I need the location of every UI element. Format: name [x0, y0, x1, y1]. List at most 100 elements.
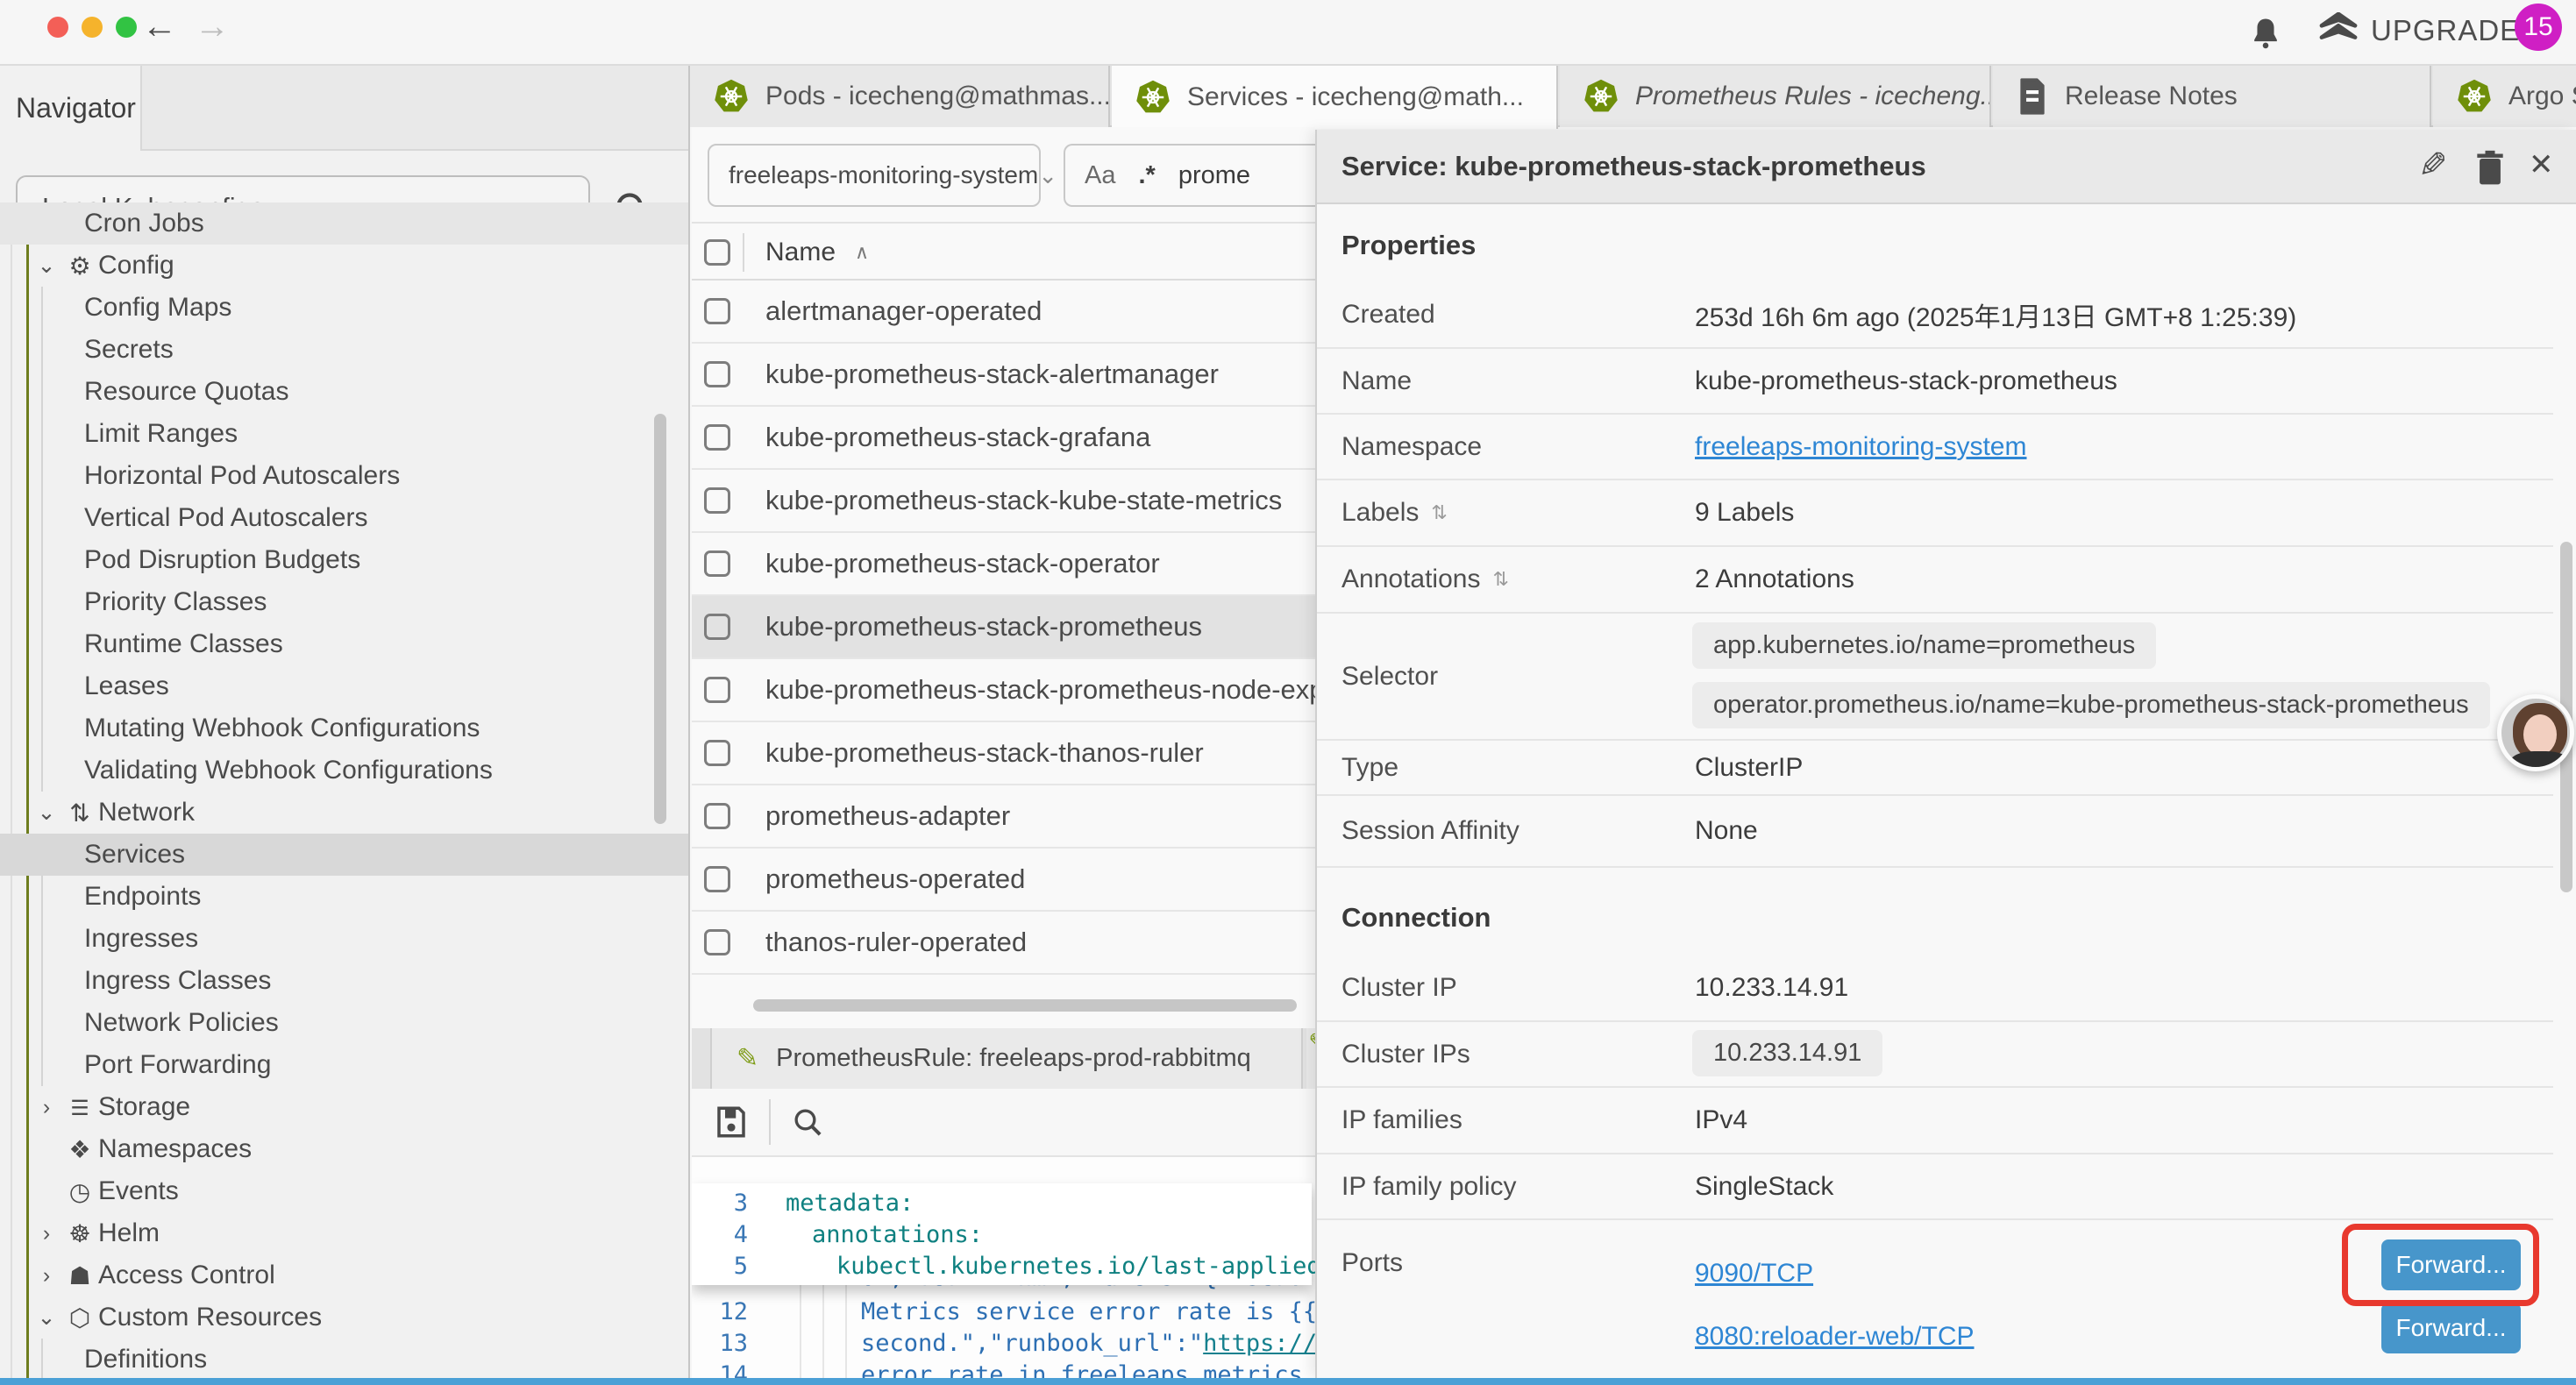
sidebar-item[interactable]: › Storage: [0, 1086, 690, 1128]
tab-pods[interactable]: Pods - icecheng@mathmas...: [690, 66, 1110, 127]
row-checkbox[interactable]: [704, 424, 730, 451]
expand-labels-icon[interactable]: ⇅: [1431, 501, 1447, 524]
port-link[interactable]: 8080:reloader-web/TCP: [1695, 1322, 1975, 1352]
row-checkbox[interactable]: [704, 929, 730, 955]
chevron-icon[interactable]: ›: [32, 1095, 61, 1120]
upgrade-button[interactable]: UPGRADE: [2318, 12, 2520, 49]
row-checkbox[interactable]: [704, 298, 730, 324]
table-row[interactable]: kube-prometheus-stack-prometheus: [692, 596, 1315, 659]
forward-button[interactable]: →: [191, 7, 233, 46]
port-link[interactable]: 9090/TCP: [1695, 1259, 1813, 1289]
sidebar-item[interactable]: › Helm: [0, 1212, 690, 1254]
forward-port-button[interactable]: Forward...: [2381, 1303, 2521, 1353]
sidebar-item[interactable]: Mutating Webhook Configurations: [0, 707, 690, 749]
sidebar-item[interactable]: Namespaces: [0, 1128, 690, 1170]
sidebar-item[interactable]: ⌄ Network: [0, 792, 690, 834]
sidebar-item[interactable]: Horizontal Pod Autoscalers: [0, 455, 690, 497]
runbook-url-link[interactable]: https://net: [1203, 1330, 1315, 1357]
close-window-button[interactable]: [47, 17, 68, 38]
tab-prometheus-rules[interactable]: Prometheus Rules - icecheng...: [1560, 66, 1991, 127]
tab-argo[interactable]: Argo Se: [2433, 66, 2576, 127]
row-checkbox[interactable]: [704, 803, 730, 829]
yaml-editor[interactable]: 0",'for': 'nm', labels :{ 'service' : 12…: [692, 1157, 1315, 1380]
sidebar-item[interactable]: Limit Ranges: [0, 413, 690, 455]
table-row[interactable]: kube-prometheus-stack-thanos-ruler: [692, 722, 1315, 785]
sidebar-item[interactable]: Definitions: [0, 1339, 690, 1381]
row-checkbox[interactable]: [704, 550, 730, 577]
close-drawer-icon[interactable]: ✕: [2529, 147, 2554, 182]
sidebar-item[interactable]: Services: [0, 834, 690, 876]
sidebar-item[interactable]: Secrets: [0, 329, 690, 371]
sidebar-item[interactable]: Endpoints: [0, 876, 690, 918]
table-row[interactable]: kube-prometheus-stack-prometheus-node-ex…: [692, 659, 1315, 722]
sidebar-item[interactable]: Port Forwarding: [0, 1044, 690, 1086]
minimize-window-button[interactable]: [82, 17, 103, 38]
editor-tab-partial[interactable]: ✎: [1306, 1028, 1315, 1089]
edit-icon[interactable]: ✎: [2418, 146, 2448, 186]
filter-input[interactable]: Aa .* prome: [1064, 144, 1327, 207]
notifications-bell-icon[interactable]: [2246, 14, 2285, 53]
row-checkbox[interactable]: [704, 740, 730, 766]
sidebar-item[interactable]: Resource Quotas: [0, 371, 690, 413]
regex-toggle[interactable]: .*: [1138, 161, 1155, 190]
sidebar-item[interactable]: Ingresses: [0, 918, 690, 960]
row-checkbox[interactable]: [704, 487, 730, 514]
navigator-panel-tab[interactable]: Navigator: [0, 66, 142, 151]
editor-tab-prometheusrule[interactable]: ✎ PrometheusRule: freeleaps-prod-rabbitm…: [710, 1028, 1303, 1089]
expand-annotations-icon[interactable]: ⇅: [1492, 568, 1508, 591]
sidebar-item[interactable]: ⌄ Config: [0, 245, 690, 287]
namespace-dropdown[interactable]: freeleaps-monitoring-system ⌄: [708, 144, 1041, 207]
sidebar-item[interactable]: Validating Webhook Configurations: [0, 749, 690, 792]
chevron-icon[interactable]: ⌄: [32, 1304, 61, 1331]
row-checkbox[interactable]: [704, 866, 730, 892]
chevron-icon[interactable]: ⌄: [32, 799, 61, 826]
back-button[interactable]: ←: [139, 7, 181, 46]
editor-search-icon[interactable]: [790, 1104, 825, 1140]
sidebar-item[interactable]: Pod Disruption Budgets: [0, 539, 690, 581]
sidebar-item[interactable]: Cron Jobs: [0, 202, 690, 245]
select-all-checkbox[interactable]: [704, 239, 730, 266]
table-row[interactable]: thanos-ruler-operated: [692, 912, 1315, 975]
sidebar-item[interactable]: Priority Classes: [0, 581, 690, 623]
table-row[interactable]: kube-prometheus-stack-grafana: [692, 407, 1315, 470]
sidebar-item[interactable]: Network Policies: [0, 1002, 690, 1044]
filter-query-text[interactable]: prome: [1178, 161, 1250, 190]
chevron-icon[interactable]: ›: [32, 1221, 61, 1246]
match-case-toggle[interactable]: Aa: [1085, 161, 1115, 190]
sidebar-item[interactable]: › Access Control: [0, 1254, 690, 1296]
sidebar-item[interactable]: Leases: [0, 665, 690, 707]
sidebar-item[interactable]: Vertical Pod Autoscalers: [0, 497, 690, 539]
sidebar-item[interactable]: Events: [0, 1170, 690, 1212]
delete-trash-icon[interactable]: [2473, 149, 2508, 188]
sidebar-item[interactable]: Config Maps: [0, 287, 690, 329]
table-row[interactable]: kube-prometheus-stack-kube-state-metrics: [692, 470, 1315, 533]
tab-services[interactable]: Services - icecheng@math... ✕: [1112, 66, 1558, 129]
service-name: alertmanager-operated: [765, 295, 1042, 327]
sidebar-item[interactable]: Ingress Classes: [0, 960, 690, 1002]
row-checkbox[interactable]: [704, 614, 730, 640]
navigator-scrollbar[interactable]: [654, 414, 666, 824]
notification-count-badge[interactable]: 15: [2515, 4, 2562, 51]
table-row[interactable]: kube-prometheus-stack-alertmanager: [692, 344, 1315, 407]
maximize-window-button[interactable]: [116, 17, 137, 38]
row-checkbox[interactable]: [704, 677, 730, 703]
namespace-link[interactable]: freeleaps-monitoring-system: [1695, 432, 2026, 462]
tab-release-notes[interactable]: Release Notes: [1993, 66, 2431, 127]
service-name: kube-prometheus-stack-grafana: [765, 422, 1150, 453]
row-checkbox[interactable]: [704, 361, 730, 387]
avatar[interactable]: [2497, 694, 2574, 771]
name-column-header[interactable]: Name: [765, 238, 836, 267]
sort-ascending-icon[interactable]: ∧: [855, 241, 869, 264]
chevron-icon[interactable]: ⌄: [32, 252, 61, 279]
table-row[interactable]: prometheus-adapter: [692, 785, 1315, 849]
table-row[interactable]: kube-prometheus-stack-operator: [692, 533, 1315, 596]
close-tab-icon[interactable]: ✕: [1557, 83, 1558, 112]
sidebar-item[interactable]: ⌄ Custom Resources: [0, 1296, 690, 1339]
tab-label: Pods - icecheng@mathmas...: [765, 82, 1110, 111]
table-row[interactable]: alertmanager-operated: [692, 281, 1315, 344]
sidebar-item[interactable]: Runtime Classes: [0, 623, 690, 665]
chevron-icon[interactable]: ›: [32, 1263, 61, 1289]
table-row[interactable]: prometheus-operated: [692, 849, 1315, 912]
save-icon[interactable]: [713, 1104, 750, 1140]
horizontal-scrollbar[interactable]: [753, 999, 1297, 1012]
